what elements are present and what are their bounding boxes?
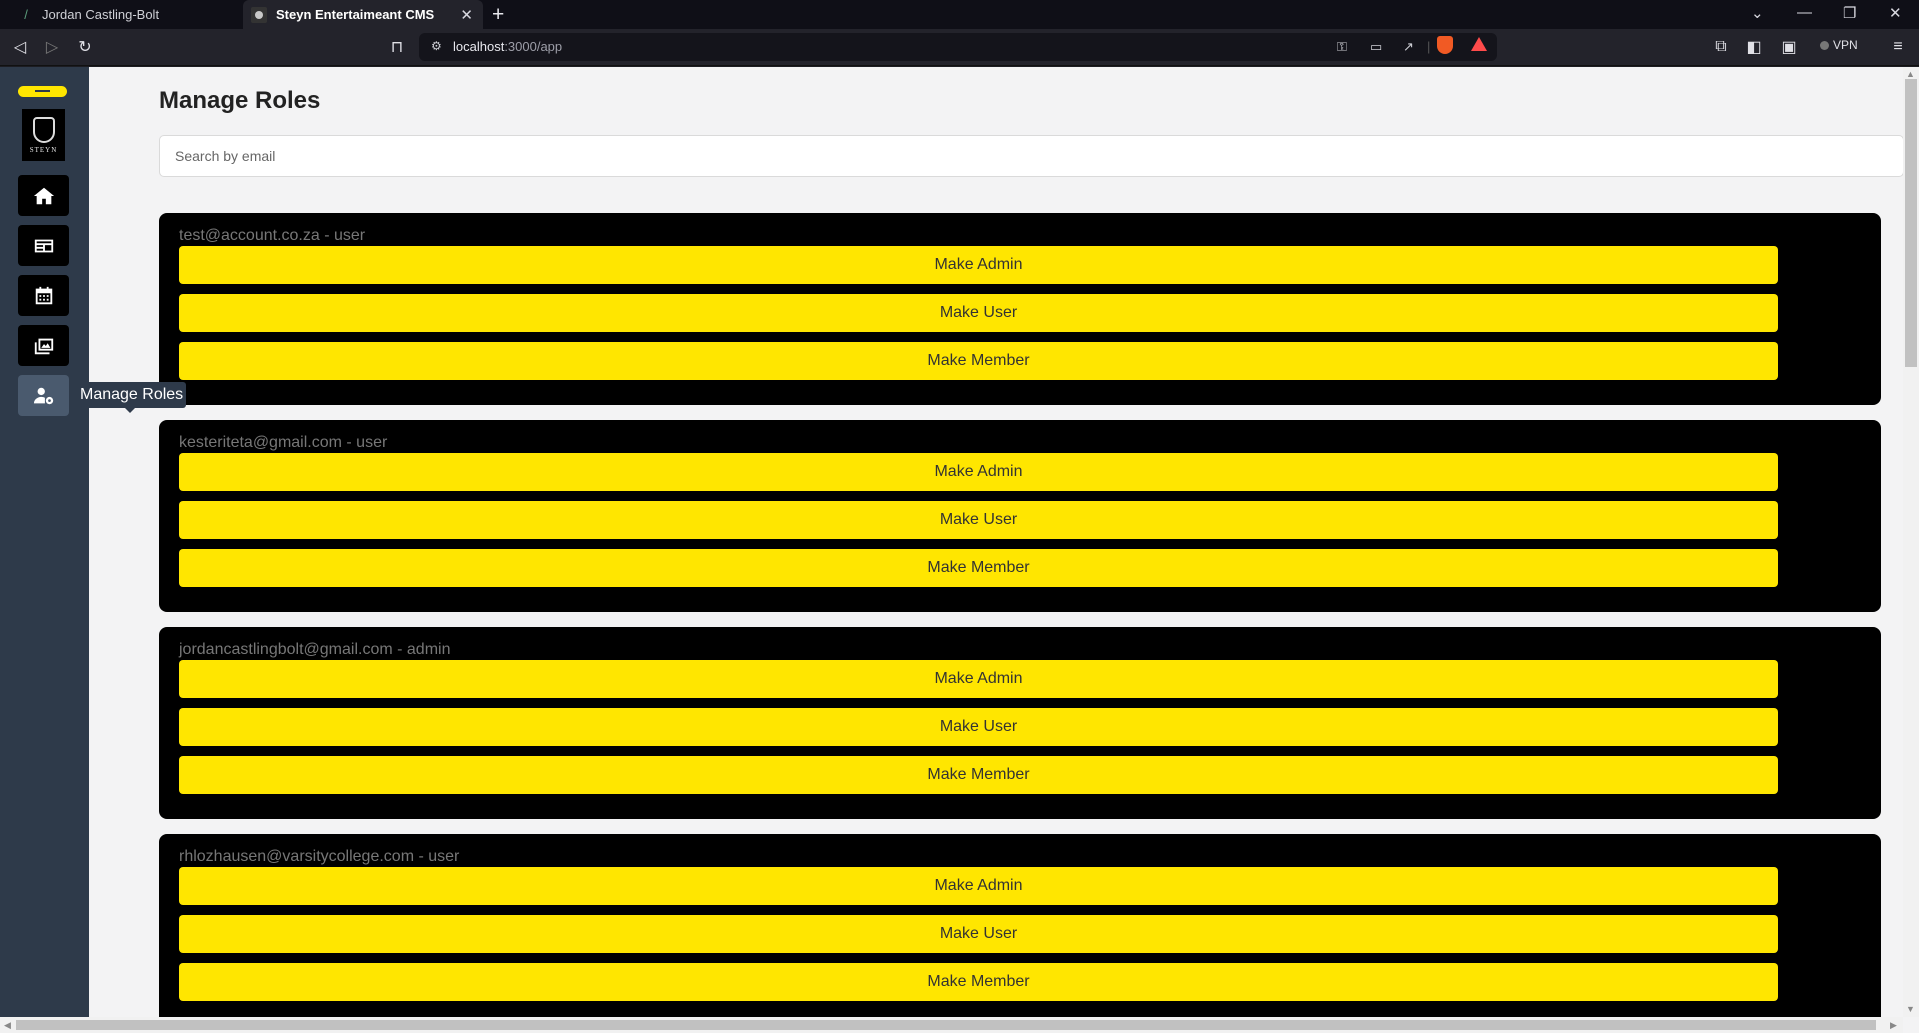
make-member-button[interactable]: Make Member <box>179 549 1778 587</box>
user-list: test@account.co.za - user Make Admin Mak… <box>159 213 1881 1033</box>
cast-icon[interactable]: ▭ <box>1370 39 1382 55</box>
window-close-icon[interactable]: ✕ <box>1889 4 1902 22</box>
tab-search-chevron-icon[interactable]: ⌄ <box>1751 4 1764 22</box>
app-viewport: STEYN Manage Roles Manage Roles test@acc… <box>0 67 1919 1033</box>
divider: | <box>1427 39 1431 54</box>
horizontal-scrollbar-thumb[interactable] <box>16 1020 1876 1030</box>
vertical-scrollbar-thumb[interactable] <box>1905 79 1917 367</box>
sidebar: STEYN <box>0 67 89 1017</box>
make-admin-button[interactable]: Make Admin <box>179 867 1778 905</box>
sidebar-item-manage-roles[interactable] <box>18 375 69 416</box>
sidebar-tooltip: Manage Roles <box>77 382 187 413</box>
minimize-icon[interactable]: — <box>1797 4 1812 21</box>
make-user-button[interactable]: Make User <box>179 294 1778 332</box>
key-icon[interactable]: ⚿ <box>1337 39 1347 55</box>
make-user-button[interactable]: Make User <box>179 915 1778 953</box>
address-bar[interactable]: ⚙ localhost:3000/app ⚿ ▭ ↗ | <box>419 33 1497 61</box>
make-member-button[interactable]: Make Member <box>179 756 1778 794</box>
menu-icon[interactable]: ≡ <box>1888 37 1908 57</box>
wallet-icon[interactable]: ▣ <box>1779 37 1799 57</box>
make-admin-button[interactable]: Make Admin <box>179 246 1778 284</box>
sidebar-item-home[interactable] <box>18 175 69 216</box>
calendar-icon <box>35 286 52 304</box>
back-icon[interactable]: ◁ <box>10 37 30 57</box>
newspaper-icon <box>34 239 53 252</box>
scroll-up-icon[interactable]: ▲ <box>1906 69 1915 79</box>
home-icon <box>33 187 54 204</box>
tab-favicon-icon <box>251 6 267 23</box>
new-tab-icon[interactable]: + <box>492 3 504 27</box>
user-email-role: kesteriteta@gmail.com - user <box>179 434 388 451</box>
make-member-button[interactable]: Make Member <box>179 963 1778 1001</box>
sidebar-item-news[interactable] <box>18 225 69 266</box>
user-email-role: rhlozhausen@varsitycollege.com - user <box>179 848 460 865</box>
sidebar-item-events[interactable] <box>18 275 69 316</box>
extensions-icon[interactable]: ⧉ <box>1711 37 1731 57</box>
browser-toolbar: ◁ ▷ ↻ ⊓ ⚙ localhost:3000/app ⚿ ▭ ↗ | ⧉ ◧… <box>0 29 1919 66</box>
tab-title: Steyn Entertaimeant CMS <box>276 7 435 22</box>
images-icon <box>34 338 53 354</box>
logo: STEYN <box>22 109 65 161</box>
user-email-role: jordancastlingbolt@gmail.com - admin <box>179 641 451 658</box>
share-icon[interactable]: ↗ <box>1403 39 1414 55</box>
user-gear-icon <box>33 387 53 404</box>
make-user-button[interactable]: Make User <box>179 501 1778 539</box>
sidebar-collapse-toggle[interactable] <box>18 86 67 97</box>
user-card: kesteriteta@gmail.com - user Make Admin … <box>159 420 1881 612</box>
user-card: jordancastlingbolt@gmail.com - admin Mak… <box>159 627 1881 819</box>
make-admin-button[interactable]: Make Admin <box>179 660 1778 698</box>
bookmark-icon[interactable]: ⊓ <box>387 37 407 57</box>
browser-tab[interactable]: / Jordan Castling-Bolt <box>0 0 242 29</box>
page-title: Manage Roles <box>159 87 321 114</box>
make-member-button[interactable]: Make Member <box>179 342 1778 380</box>
forward-icon[interactable]: ▷ <box>42 37 62 57</box>
user-card: rhlozhausen@varsitycollege.com - user Ma… <box>159 834 1881 1026</box>
url-text[interactable]: localhost:3000/app <box>453 39 562 54</box>
browser-tab-strip: / Jordan Castling-Bolt Steyn Entertaimea… <box>0 0 1919 29</box>
sidebar-toggle-icon[interactable]: ◧ <box>1744 37 1764 57</box>
scroll-down-icon[interactable]: ▼ <box>1906 1004 1915 1014</box>
make-admin-button[interactable]: Make Admin <box>179 453 1778 491</box>
scroll-right-icon[interactable]: ▶ <box>1890 1020 1897 1031</box>
scroll-left-icon[interactable]: ◀ <box>4 1020 11 1031</box>
search-input[interactable] <box>159 135 1904 177</box>
vpn-status-icon <box>1820 41 1829 50</box>
make-user-button[interactable]: Make User <box>179 708 1778 746</box>
tab-close-icon[interactable]: ✕ <box>460 6 473 24</box>
vpn-button[interactable]: VPN <box>1820 38 1858 52</box>
crest-icon <box>32 116 55 143</box>
sidebar-item-gallery[interactable] <box>18 325 69 366</box>
user-card: test@account.co.za - user Make Admin Mak… <box>159 213 1881 405</box>
browser-tab-active[interactable]: Steyn Entertaimeant CMS ✕ <box>243 0 483 29</box>
tab-favicon-icon: / <box>24 7 28 22</box>
brave-rewards-icon[interactable] <box>1471 37 1487 51</box>
brave-shield-icon[interactable] <box>1437 36 1453 54</box>
restore-icon[interactable]: ❐ <box>1843 4 1856 22</box>
site-info-icon[interactable]: ⚙ <box>431 39 442 53</box>
reload-icon[interactable]: ↻ <box>75 37 95 57</box>
tab-title: Jordan Castling-Bolt <box>42 7 160 22</box>
user-email-role: test@account.co.za - user <box>179 227 366 244</box>
